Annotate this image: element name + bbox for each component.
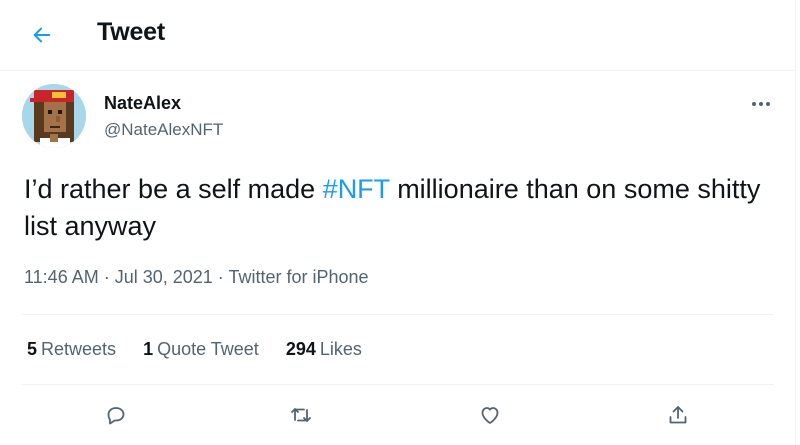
divider (22, 314, 774, 315)
author-name[interactable]: NateAlex (104, 93, 181, 114)
retweets-count: 5 (27, 339, 38, 359)
author-handle[interactable]: @NateAlexNFT (104, 120, 223, 140)
top-bar: Tweet (0, 0, 795, 71)
more-options-button[interactable] (744, 92, 778, 116)
back-button[interactable] (26, 19, 58, 51)
hashtag-link[interactable]: #NFT (323, 174, 390, 204)
tweet-text: I’d rather be a self made #NFT millionai… (24, 171, 774, 245)
pixel-art-avatar (22, 84, 86, 148)
share-icon (669, 406, 687, 424)
quote-tweets-count: 1 (143, 339, 154, 359)
avatar[interactable] (22, 84, 86, 148)
back-arrow-icon (33, 27, 51, 43)
retweets-stat[interactable]: 5 Retweets (27, 339, 116, 360)
share-button[interactable] (661, 398, 695, 432)
retweet-icon (291, 408, 311, 422)
like-icon (481, 407, 499, 424)
retweet-button[interactable] (284, 398, 318, 432)
like-button[interactable] (473, 398, 507, 432)
quote-tweets-stat[interactable]: 1 Quote Tweet (143, 339, 259, 360)
meta-separator: · (212, 267, 229, 287)
more-options-icon (752, 102, 770, 106)
tweet-text-part: I’d rather be a self made (24, 174, 323, 204)
tweet-page: Tweet NateAlex @NateAlexNFT I’d rather b… (0, 0, 796, 445)
tweet-time[interactable]: 11:46 AM (24, 267, 99, 287)
likes-count: 294 (285, 339, 316, 359)
reply-button[interactable] (99, 398, 133, 432)
quote-tweets-label: Quote Tweet (157, 339, 259, 359)
likes-label: Likes (319, 339, 362, 359)
reply-icon (107, 407, 125, 425)
meta-separator: · (98, 267, 115, 287)
likes-stat[interactable]: 294 Likes (286, 339, 362, 360)
tweet-metadata: 11:46 AM · Jul 30, 2021 · Twitter for iP… (24, 267, 369, 288)
engagement-stats: 5 Retweets 1 Quote Tweet 294 Likes (27, 339, 389, 360)
tweet-date[interactable]: Jul 30, 2021 (115, 267, 213, 287)
retweets-label: Retweets (41, 339, 117, 359)
page-title: Tweet (97, 18, 165, 46)
divider (22, 384, 774, 385)
tweet-source[interactable]: Twitter for iPhone (228, 267, 368, 287)
